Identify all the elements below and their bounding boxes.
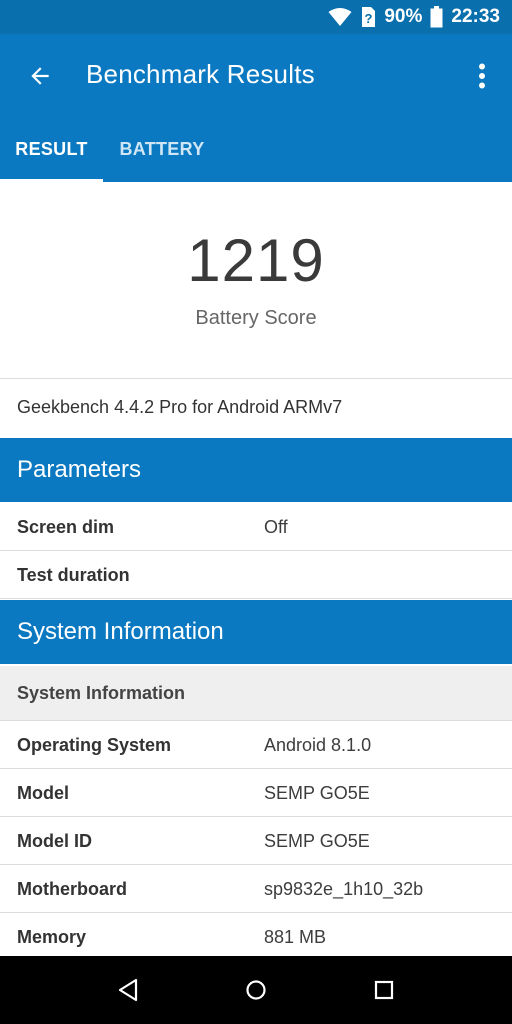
- table-row: Motherboard sp9832e_1h10_32b: [0, 865, 512, 913]
- battery-icon: [430, 6, 443, 28]
- system-nav-bar: [0, 956, 512, 1024]
- row-key: Motherboard: [17, 879, 127, 899]
- more-vert-icon: [479, 63, 485, 89]
- subsection-title: System Information: [17, 683, 186, 703]
- row-value: 881 MB: [264, 927, 327, 947]
- section-header-system-information: System Information: [0, 600, 512, 664]
- row-key: Test duration: [17, 565, 130, 585]
- row-key: Memory: [17, 927, 87, 947]
- section-title: Parameters: [17, 456, 142, 483]
- row-key: Screen dim: [17, 517, 115, 537]
- nav-back-button[interactable]: [108, 970, 148, 1010]
- app-bar: Benchmark Results: [0, 34, 512, 116]
- clock: 22:33: [451, 6, 500, 27]
- nav-home-button[interactable]: [236, 970, 276, 1010]
- tab-battery[interactable]: BATTERY: [103, 116, 221, 182]
- score-card: 1219 Battery Score: [0, 182, 512, 378]
- status-bar: ? 90% 22:33: [0, 0, 512, 34]
- section-title: System Information: [17, 618, 224, 645]
- status-icons: ? 90% 22:33: [328, 0, 500, 34]
- table-row: Model SEMP GO5E: [0, 769, 512, 817]
- version-row: Geekbench 4.4.2 Pro for Android ARMv7: [0, 379, 512, 437]
- row-key: Operating System: [17, 735, 172, 755]
- row-value: SEMP GO5E: [264, 783, 370, 803]
- table-row: Memory 881 MB: [0, 913, 512, 961]
- tab-result[interactable]: RESULT: [0, 116, 103, 182]
- row-value: Android 8.1.0: [264, 735, 372, 755]
- row-value: SEMP GO5E: [264, 831, 370, 851]
- table-row: Screen dim Off: [0, 503, 512, 551]
- battery-score-label: Battery Score: [195, 307, 317, 329]
- tab-bar: RESULT BATTERY: [0, 116, 512, 182]
- svg-text:?: ?: [365, 11, 373, 26]
- subsection-header: System Information: [0, 666, 512, 721]
- row-key: Model ID: [17, 831, 92, 851]
- back-button[interactable]: [20, 56, 60, 96]
- row-value: sp9832e_1h10_32b: [264, 879, 424, 899]
- nav-home-icon: [246, 980, 266, 1000]
- nav-recents-icon: [374, 980, 394, 1000]
- table-row: Test duration: [0, 551, 512, 599]
- overflow-menu-button[interactable]: [470, 56, 494, 96]
- sim-unknown-icon: ?: [360, 6, 376, 28]
- row-key: Model: [17, 783, 69, 803]
- nav-back-icon: [118, 978, 138, 1002]
- battery-percent: 90%: [384, 6, 423, 27]
- version-text: Geekbench 4.4.2 Pro for Android ARMv7: [17, 397, 343, 417]
- nav-recents-button[interactable]: [364, 970, 404, 1010]
- wifi-icon: [328, 7, 352, 27]
- row-value: Off: [264, 517, 288, 537]
- table-row: Model ID SEMP GO5E: [0, 817, 512, 865]
- page-title: Benchmark Results: [86, 59, 315, 89]
- table-row: Operating System Android 8.1.0: [0, 721, 512, 769]
- battery-score-value: 1219: [187, 227, 325, 294]
- screen: ? 90% 22:33 Benchmark Results RESULT BAT…: [0, 0, 512, 1024]
- arrow-back-icon: [31, 67, 49, 85]
- section-header-parameters: Parameters: [0, 438, 512, 502]
